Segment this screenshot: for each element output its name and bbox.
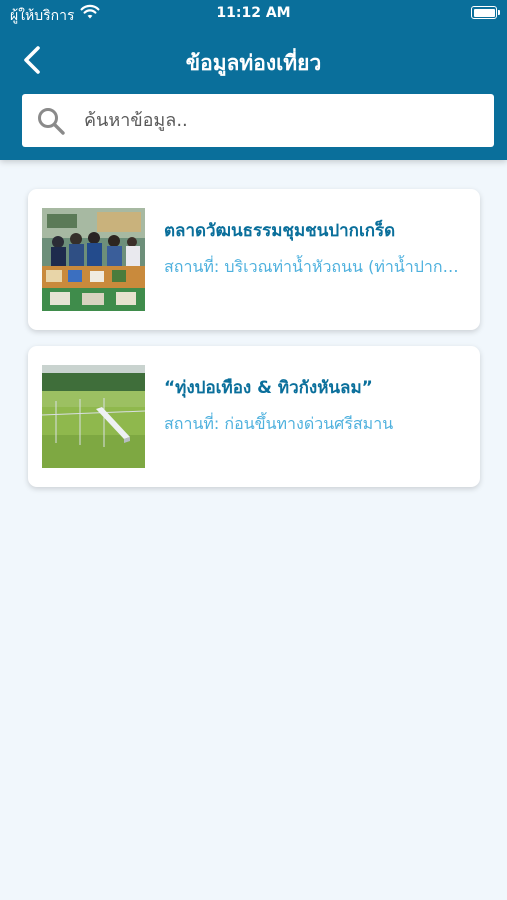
nav-bar: ข้อมูลท่องเที่ยว: [0, 36, 507, 84]
app-header: ผู้ให้บริการ 11:12 AM ข้อมูลท่องเที่ยว: [0, 0, 507, 160]
place-thumbnail: [42, 365, 145, 468]
search-bar[interactable]: [22, 94, 494, 147]
search-input[interactable]: [84, 102, 484, 139]
place-thumbnail: [42, 208, 145, 311]
place-card[interactable]: ตลาดวัฒนธรรมชุมชนปากเกร็ด สถานที่: บริเว…: [28, 189, 480, 330]
place-card[interactable]: “ทุ่งปอเทือง & ทิวกังหันลม” สถานที่: ก่อ…: [28, 346, 480, 487]
place-location: สถานที่: บริเวณท่าน้ำหัวถนน (ท่าน้ำปากเก…: [164, 257, 460, 276]
place-title: ตลาดวัฒนธรรมชุมชนปากเกร็ด: [164, 221, 396, 241]
status-time: 11:12 AM: [216, 5, 291, 21]
status-bar: ผู้ให้บริการ 11:12 AM: [0, 0, 507, 28]
place-location: สถานที่: ก่อนขึ้นทางด่วนศรีสมาน: [164, 414, 394, 433]
battery-icon: [471, 6, 500, 19]
search-icon: [38, 108, 65, 135]
page-title: ข้อมูลท่องเที่ยว: [185, 51, 322, 75]
place-title: “ทุ่งปอเทือง & ทิวกังหันลม”: [164, 378, 373, 398]
